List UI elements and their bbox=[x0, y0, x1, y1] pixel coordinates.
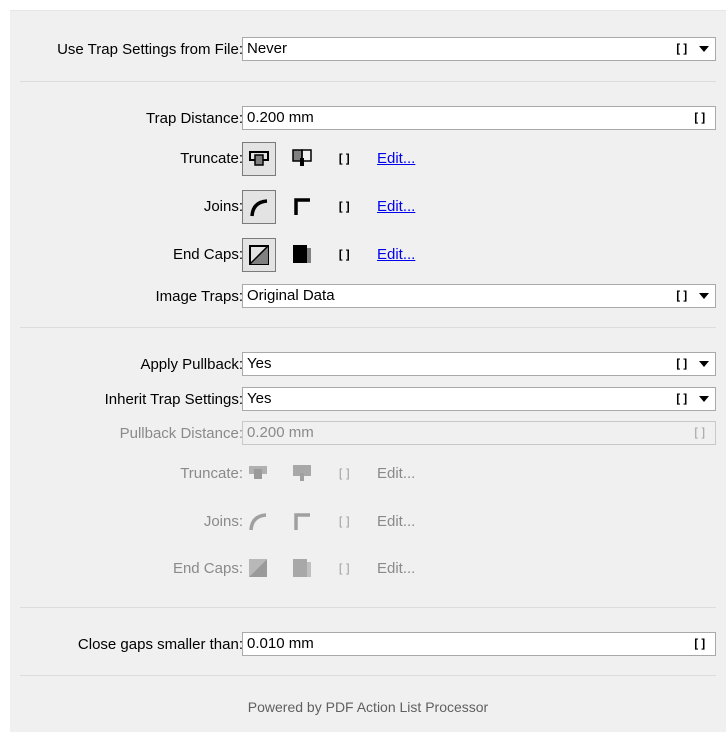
pullback-joins-label: Joins: bbox=[203, 513, 243, 530]
end-cap-square-button[interactable] bbox=[286, 238, 320, 272]
trap-joins-edit-link[interactable]: Edit... bbox=[377, 190, 415, 224]
trap-end-caps-row: End Caps: [] Edit... bbox=[10, 238, 726, 274]
apply-pullback-row: Apply Pullback: Yes [] bbox=[10, 351, 726, 379]
truncate-centered-icon bbox=[249, 466, 267, 479]
use-trap-settings-label: Use Trap Settings from File: bbox=[57, 41, 243, 58]
join-miter-button[interactable] bbox=[286, 190, 320, 224]
trap-distance-value: 0.200 mm bbox=[247, 109, 314, 126]
chevron-down-icon[interactable] bbox=[699, 396, 709, 402]
truncate-edge-icon bbox=[293, 465, 311, 481]
image-traps-value: Original Data bbox=[247, 287, 335, 304]
powered-by-footer: Powered by PDF Action List Processor bbox=[247, 699, 489, 715]
end-cap-diagonal-button bbox=[242, 552, 276, 586]
inherit-trap-row: Inherit Trap Settings: Yes [] bbox=[10, 386, 726, 414]
truncate-edge-icon bbox=[292, 149, 312, 166]
variable-bracket-icon: [] bbox=[337, 467, 352, 481]
join-miter-icon bbox=[294, 513, 310, 530]
trap-truncate-row: Truncate: [] Edit... bbox=[10, 142, 726, 178]
variable-bracket-icon: [] bbox=[692, 426, 707, 440]
pullback-joins-row: Joins: [] Edit... bbox=[10, 505, 726, 541]
trap-truncate-label: Truncate: bbox=[180, 150, 243, 167]
variable-bracket-icon: [] bbox=[337, 562, 352, 576]
image-traps-select[interactable]: Original Data [] bbox=[242, 284, 716, 308]
variable-bracket-icon[interactable]: [] bbox=[675, 38, 689, 60]
inherit-trap-label: Inherit Trap Settings: bbox=[104, 391, 243, 408]
separator bbox=[20, 327, 716, 328]
trap-truncate-edit-link[interactable]: Edit... bbox=[377, 142, 415, 176]
trap-settings-panel: Use Trap Settings from File: Never [] Tr… bbox=[10, 10, 726, 732]
trap-truncate-options: [] Edit... bbox=[242, 142, 542, 178]
variable-bracket-icon[interactable]: [] bbox=[693, 633, 707, 655]
separator bbox=[20, 607, 716, 608]
trap-end-caps-label: End Caps: bbox=[172, 246, 243, 263]
inherit-trap-select[interactable]: Yes [] bbox=[242, 387, 716, 411]
join-miter-button bbox=[286, 505, 320, 539]
use-trap-settings-row: Use Trap Settings from File: Never [] bbox=[10, 36, 726, 64]
trap-end-caps-edit-link[interactable]: Edit... bbox=[377, 238, 415, 272]
truncate-edge-button[interactable] bbox=[286, 142, 320, 176]
end-cap-square-icon bbox=[293, 245, 311, 263]
pullback-distance-label: Pullback Distance: bbox=[119, 425, 243, 442]
chevron-down-icon[interactable] bbox=[699, 361, 709, 367]
close-gaps-label: Close gaps smaller than: bbox=[77, 636, 243, 653]
join-miter-icon bbox=[294, 198, 310, 215]
trap-joins-label: Joins: bbox=[203, 198, 243, 215]
pullback-joins-edit-link: Edit... bbox=[377, 513, 416, 530]
separator bbox=[20, 675, 716, 676]
pullback-truncate-label: Truncate: bbox=[180, 465, 243, 482]
close-gaps-value: 0.010 mm bbox=[247, 635, 314, 652]
pullback-distance-value: 0.200 mm bbox=[247, 424, 314, 441]
apply-pullback-select[interactable]: Yes [] bbox=[242, 352, 716, 376]
variable-bracket-icon[interactable]: [] bbox=[675, 285, 689, 307]
pullback-end-caps-edit-link: Edit... bbox=[377, 560, 416, 577]
trap-distance-row: Trap Distance: 0.200 mm [] bbox=[10, 105, 726, 133]
use-trap-settings-value: Never bbox=[247, 40, 288, 57]
chevron-down-icon[interactable] bbox=[699, 46, 709, 52]
truncate-centered-icon bbox=[249, 151, 269, 166]
variable-bracket-icon[interactable]: [] bbox=[337, 190, 351, 224]
inherit-trap-value: Yes bbox=[247, 390, 272, 407]
end-cap-diagonal-button[interactable] bbox=[242, 238, 276, 272]
join-round-icon bbox=[249, 513, 267, 531]
join-round-icon bbox=[250, 199, 268, 217]
join-round-button[interactable] bbox=[242, 190, 276, 224]
pullback-end-caps-options: [] Edit... bbox=[242, 552, 542, 588]
pullback-end-caps-row: End Caps: [] Edit... bbox=[10, 552, 726, 588]
apply-pullback-value: Yes bbox=[247, 355, 272, 372]
variable-bracket-icon[interactable]: [] bbox=[337, 142, 351, 176]
trap-joins-options: [] Edit... bbox=[242, 190, 542, 226]
truncate-centered-button bbox=[242, 457, 276, 491]
join-round-button bbox=[242, 505, 276, 539]
close-gaps-row: Close gaps smaller than: 0.010 mm [] bbox=[10, 631, 726, 659]
pullback-distance-field: 0.200 mm [] bbox=[242, 421, 716, 445]
pullback-distance-row: Pullback Distance: 0.200 mm [] bbox=[10, 420, 726, 448]
variable-bracket-icon[interactable]: [] bbox=[693, 107, 707, 129]
separator bbox=[20, 81, 716, 82]
use-trap-settings-select[interactable]: Never [] bbox=[242, 37, 716, 61]
end-cap-square-button bbox=[286, 552, 320, 586]
trap-end-caps-options: [] Edit... bbox=[242, 238, 542, 274]
end-cap-diagonal-icon bbox=[249, 245, 269, 265]
pullback-end-caps-label: End Caps: bbox=[172, 560, 243, 577]
variable-bracket-icon[interactable]: [] bbox=[675, 353, 689, 375]
apply-pullback-label: Apply Pullback: bbox=[140, 356, 243, 373]
pullback-joins-options: [] Edit... bbox=[242, 505, 542, 541]
variable-bracket-icon: [] bbox=[337, 515, 352, 529]
pullback-truncate-row: Truncate: [] Edit... bbox=[10, 457, 726, 493]
end-cap-diagonal-icon bbox=[249, 559, 267, 577]
close-gaps-field[interactable]: 0.010 mm [] bbox=[242, 632, 716, 656]
variable-bracket-icon[interactable]: [] bbox=[675, 388, 689, 410]
end-cap-square-icon bbox=[293, 559, 311, 577]
trap-distance-label: Trap Distance: bbox=[146, 110, 243, 127]
pullback-truncate-edit-link: Edit... bbox=[377, 465, 416, 482]
pullback-truncate-options: [] Edit... bbox=[242, 457, 542, 493]
variable-bracket-icon[interactable]: [] bbox=[337, 238, 351, 272]
trap-distance-field[interactable]: 0.200 mm [] bbox=[242, 106, 716, 130]
image-traps-row: Image Traps: Original Data [] bbox=[10, 283, 726, 311]
truncate-centered-button[interactable] bbox=[242, 142, 276, 176]
trap-joins-row: Joins: [] Edit... bbox=[10, 190, 726, 226]
truncate-edge-button bbox=[286, 457, 320, 491]
image-traps-label: Image Traps: bbox=[155, 288, 243, 305]
chevron-down-icon[interactable] bbox=[699, 293, 709, 299]
